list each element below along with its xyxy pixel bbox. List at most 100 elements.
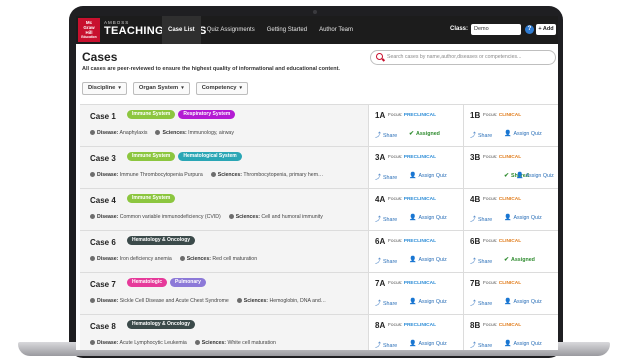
assign-quiz-button[interactable]: 👤 Assign Quiz xyxy=(409,256,447,263)
case-part[interactable]: 3A Focus: PRECLINICAL ⤴ Share 👤 Assign Quiz xyxy=(368,147,464,189)
case-title[interactable]: Case 1 xyxy=(90,112,116,121)
sciences-info: Sciences: Cell and humoral immunity xyxy=(228,214,323,220)
competency-filter[interactable]: Competency ▾ xyxy=(195,82,249,95)
assign-quiz-button[interactable]: 👤 Assign Quiz xyxy=(504,130,542,137)
case-part[interactable]: 3B Focus: CLINICAL ✔ Shared 👤 Assign Quiz xyxy=(463,147,558,189)
user-plus-icon: 👤 xyxy=(409,257,417,263)
main-nav: Case List Quiz Assignments Getting Start… xyxy=(162,16,359,44)
assign-quiz-button[interactable]: 👤 Assign Quiz xyxy=(504,214,542,221)
assign-quiz-button[interactable]: 👤 Assign Quiz xyxy=(409,298,447,305)
case-title[interactable]: Case 8 xyxy=(90,322,116,331)
part-id: 8A xyxy=(375,321,386,330)
case-part[interactable]: 6A Focus: PRECLINICAL ⤴ Share 👤 Assign Quiz xyxy=(368,231,464,273)
gear-icon xyxy=(236,298,242,303)
share-button[interactable]: ⤴ Share xyxy=(375,130,397,139)
assign-quiz-button[interactable]: 👤 Assign Quiz xyxy=(504,298,542,305)
share-icon: ⤴ xyxy=(375,259,382,265)
share-button[interactable]: ⤴ Share xyxy=(470,298,492,307)
tag-badge[interactable]: Hematological System xyxy=(178,152,242,161)
share-button[interactable]: ⤴ Share xyxy=(470,130,492,139)
case-meta: Disease: Iron deficiency anemia Sciences… xyxy=(90,256,257,262)
add-class-button[interactable]: + Add xyxy=(536,24,556,35)
discipline-filter[interactable]: Discipline ▾ xyxy=(82,82,127,95)
search-box[interactable]: Search cases by name,author,diseases or … xyxy=(370,50,556,65)
nav-case-list[interactable]: Case List xyxy=(162,16,201,44)
case-title[interactable]: Case 7 xyxy=(90,280,116,289)
nav-getting-started[interactable]: Getting Started xyxy=(261,16,313,44)
tag-badge[interactable]: Respiratory System xyxy=(178,110,236,119)
share-button[interactable]: ⤴ Share xyxy=(470,340,492,349)
part-focus: Focus: PRECLINICAL xyxy=(388,113,436,118)
case-title[interactable]: Case 6 xyxy=(90,238,116,247)
publisher-logo[interactable]: Mc Graw Hill Education xyxy=(78,18,100,42)
case-cell[interactable]: Case 1 Immune System Respiratory System D… xyxy=(80,105,368,147)
user-plus-icon: 👤 xyxy=(504,215,512,221)
sciences-info: Sciences: Red cell maturation xyxy=(179,256,257,262)
share-button[interactable]: ⤴ Share xyxy=(470,214,492,223)
disease-info: Disease: Common variable immunodeficienc… xyxy=(90,214,221,220)
part-focus: Focus: PRECLINICAL xyxy=(388,197,436,202)
tag-badge[interactable]: Immune System xyxy=(127,110,176,119)
assign-quiz-button[interactable]: 👤 Assign Quiz xyxy=(409,172,447,179)
case-title[interactable]: Case 3 xyxy=(90,154,116,163)
share-button[interactable]: ⤴ Share xyxy=(470,256,492,265)
share-icon: ⤴ xyxy=(470,259,477,265)
user-plus-icon: 👤 xyxy=(409,299,417,305)
user-plus-icon: 👤 xyxy=(504,131,512,137)
part-id: 1B xyxy=(470,111,481,120)
case-part[interactable]: 7B Focus: CLINICAL ⤴ Share 👤 Assign Quiz xyxy=(463,273,558,315)
share-button[interactable]: ⤴ Share xyxy=(375,298,397,307)
case-part[interactable]: 7A Focus: PRECLINICAL ⤴ Share 👤 Assign Quiz xyxy=(368,273,464,315)
case-meta: Disease: Acute Lymphocytic Leukemia Scie… xyxy=(90,340,276,346)
share-button[interactable]: ⤴ Share xyxy=(375,172,397,181)
check-icon: ✔ xyxy=(504,257,510,263)
case-part[interactable]: 6B Focus: CLINICAL ⤴ Share ✔ Assigned xyxy=(463,231,558,273)
part-id: 1A xyxy=(375,111,386,120)
search-input[interactable]: Search cases by name,author,diseases or … xyxy=(387,54,521,60)
assign-quiz-button[interactable]: 👤 Assign Quiz xyxy=(504,340,542,347)
tag-badge[interactable]: Hematology & Oncology xyxy=(127,236,196,245)
disease-info: Disease: Immune Thrombocytopenia Purpura xyxy=(90,172,203,178)
case-cell[interactable]: Case 7 Hematologic Pulmonary Disease: Sic… xyxy=(80,273,368,315)
tag-badge[interactable]: Hematologic xyxy=(127,278,168,287)
part-id: 8B xyxy=(470,321,481,330)
case-cell[interactable]: Case 4 Immune System Disease: Common var… xyxy=(80,189,368,231)
disease-icon xyxy=(90,130,95,135)
class-select[interactable]: Demo xyxy=(471,24,521,35)
chevron-down-icon: ▾ xyxy=(118,85,121,91)
case-part[interactable]: 8A Focus: PRECLINICAL ⤴ Share 👤 Assign Quiz xyxy=(368,315,464,350)
case-cell[interactable]: Case 3 Immune System Hematological System… xyxy=(80,147,368,189)
sciences-info: Sciences: White cell maturation xyxy=(194,340,276,346)
tag-badge[interactable]: Immune System xyxy=(127,152,176,161)
tag-badge[interactable]: Hematology & Oncology xyxy=(127,320,196,329)
case-part[interactable]: 4B Focus: CLINICAL ⤴ Share 👤 Assign Quiz xyxy=(463,189,558,231)
share-icon: ⤴ xyxy=(470,217,477,223)
share-button[interactable]: ⤴ Share xyxy=(375,214,397,223)
case-part[interactable]: 8B Focus: CLINICAL ⤴ Share 👤 Assign Quiz xyxy=(463,315,558,350)
case-part[interactable]: 4A Focus: PRECLINICAL ⤴ Share 👤 Assign Quiz xyxy=(368,189,464,231)
disease-info: Disease: Iron deficiency anemia xyxy=(90,256,172,262)
assign-quiz-button[interactable]: 👤 Assign Quiz xyxy=(409,340,447,347)
organ-system-filter[interactable]: Organ System ▾ xyxy=(132,82,190,95)
case-part[interactable]: 1B Focus: CLINICAL ⤴ Share 👤 Assign Quiz xyxy=(463,105,558,147)
nav-quiz-assignments[interactable]: Quiz Assignments xyxy=(201,16,261,44)
case-cell[interactable]: Case 8 Hematology & Oncology Disease: Ac… xyxy=(80,315,368,350)
tag-badge[interactable]: Immune System xyxy=(127,194,176,203)
case-title[interactable]: Case 4 xyxy=(90,196,116,205)
assign-quiz-button[interactable]: 👤 Assign Quiz xyxy=(516,172,554,179)
share-icon: ⤴ xyxy=(375,175,382,181)
user-plus-icon: 👤 xyxy=(504,341,512,347)
assign-quiz-button[interactable]: 👤 Assign Quiz xyxy=(409,214,447,221)
tag-badge[interactable]: Pulmonary xyxy=(170,278,206,287)
share-button[interactable]: ⤴ Share xyxy=(375,256,397,265)
sciences-info: Sciences: Hemoglobin, DNA and… xyxy=(236,298,326,304)
part-focus: Focus: CLINICAL xyxy=(483,239,522,244)
case-part[interactable]: 1A Focus: PRECLINICAL ⤴ Share ✔ Assigned xyxy=(368,105,464,147)
share-icon: ⤴ xyxy=(375,217,382,223)
help-icon[interactable]: ? xyxy=(525,25,534,34)
nav-author-team[interactable]: Author Team xyxy=(313,16,359,44)
case-cell[interactable]: Case 6 Hematology & Oncology Disease: Ir… xyxy=(80,231,368,273)
part-focus: Focus: PRECLINICAL xyxy=(388,323,436,328)
share-button[interactable]: ⤴ Share xyxy=(375,340,397,349)
share-icon: ⤴ xyxy=(375,301,382,307)
